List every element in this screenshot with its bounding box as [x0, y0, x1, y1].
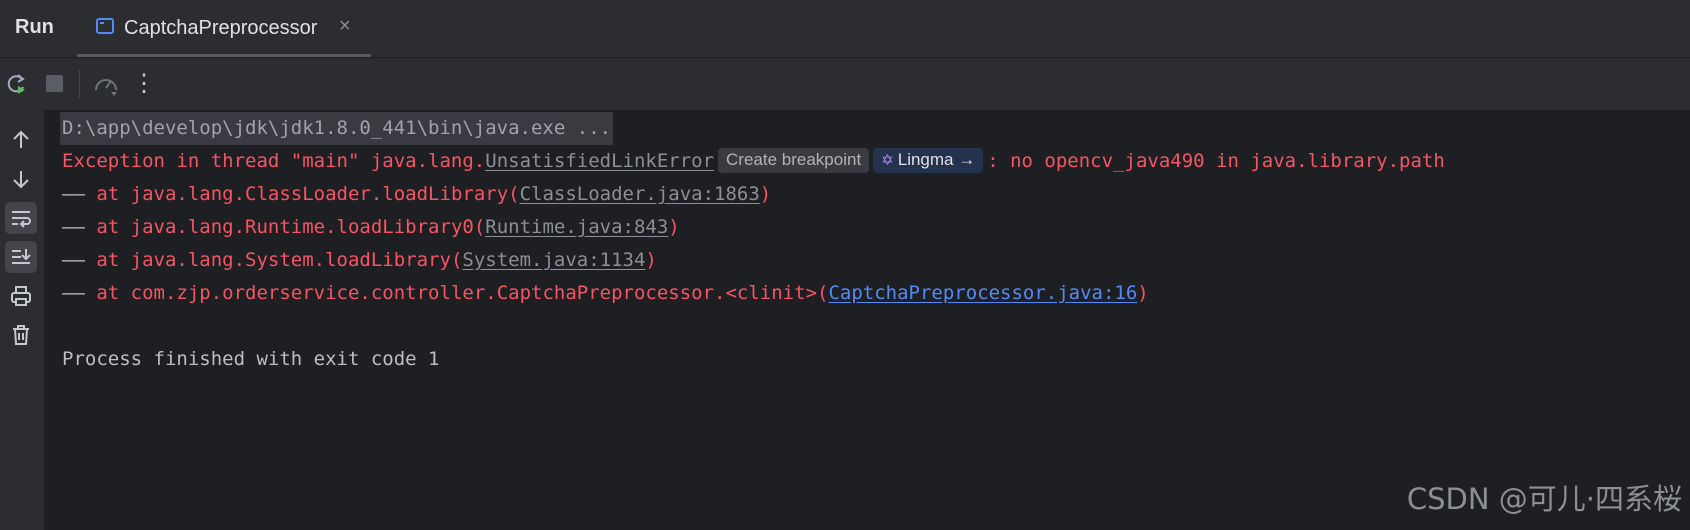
exception-line: Exception in thread "main" java.lang.Uns…: [62, 145, 1682, 178]
stack-method: at java.lang.ClassLoader.loadLibrary(: [84, 183, 520, 205]
profiler-button[interactable]: [92, 70, 120, 98]
arrow-up-icon: [13, 130, 29, 148]
tab-captcha-preprocessor[interactable]: CaptchaPreprocessor ×: [77, 0, 371, 57]
stack-source-link[interactable]: Runtime.java:843: [485, 216, 668, 238]
profiler-icon: [95, 79, 117, 96]
lingma-button[interactable]: ✡ Lingma →: [873, 148, 984, 173]
console-output[interactable]: D:\app\develop\jdk\jdk1.8.0_441\bin\java…: [60, 112, 1682, 522]
stack-close: ): [1137, 282, 1149, 304]
stop-icon: [46, 75, 63, 92]
soft-wrap-icon: [12, 211, 31, 228]
run-tool-window-title: Run: [15, 16, 54, 38]
stack-source-link[interactable]: System.java:1134: [462, 249, 645, 271]
exit-message: Process finished with exit code 1: [62, 348, 440, 370]
tool-window-header: Run CaptchaPreprocessor ×: [0, 0, 1690, 58]
stack-method: at com.zjp.orderservice.controller.Captc…: [84, 282, 829, 304]
scroll-to-end-icon: [12, 249, 31, 264]
stack-frame: —— at java.lang.Runtime.loadLibrary0(Run…: [62, 211, 1682, 244]
java-command[interactable]: D:\app\develop\jdk\jdk1.8.0_441\bin\java…: [60, 112, 614, 145]
stack-close: ): [759, 183, 772, 205]
trash-icon: [13, 325, 29, 345]
command-line: D:\app\develop\jdk\jdk1.8.0_441\bin\java…: [60, 112, 1682, 145]
stack-frame: —— at java.lang.ClassLoader.loadLibrary(…: [62, 178, 1682, 211]
tab-selected-indicator: [77, 54, 371, 57]
tab-label: CaptchaPreprocessor: [124, 17, 318, 39]
create-breakpoint-button[interactable]: Create breakpoint: [718, 148, 870, 173]
more-options-icon[interactable]: ⋮: [130, 70, 158, 98]
stack-frame: —— at com.zjp.orderservice.controller.Ca…: [62, 277, 1682, 310]
stack-close: ): [645, 249, 657, 271]
clear-all-button[interactable]: [5, 319, 37, 351]
stop-button[interactable]: [41, 70, 69, 98]
stack-method: at java.lang.Runtime.loadLibrary0(: [84, 216, 486, 238]
fold-dash: ——: [62, 183, 85, 205]
soft-wrap-button[interactable]: [5, 202, 37, 234]
exception-message: : no opencv_java490 in java.library.path: [987, 150, 1445, 172]
lingma-label: Lingma →: [897, 150, 976, 169]
next-occurrence-button[interactable]: [5, 163, 37, 195]
fold-dash: ——: [62, 249, 85, 271]
close-icon[interactable]: ×: [339, 15, 351, 38]
stack-frame: —— at java.lang.System.loadLibrary(Syste…: [62, 244, 1682, 277]
rerun-icon: [7, 74, 25, 94]
lingma-logo-icon: ✡: [881, 152, 894, 169]
stack-source-link[interactable]: ClassLoader.java:1863: [520, 183, 760, 205]
exception-class-link[interactable]: UnsatisfiedLinkError: [485, 150, 714, 172]
fold-dash: ——: [62, 282, 85, 304]
console-sidebar: [0, 110, 45, 530]
arrow-down-icon: [13, 171, 29, 189]
stack-close: ): [668, 216, 680, 238]
print-icon: [11, 286, 31, 306]
print-button[interactable]: [5, 280, 37, 312]
previous-occurrence-button[interactable]: [5, 124, 37, 156]
scroll-to-end-button[interactable]: [5, 241, 37, 273]
empty-line: [62, 310, 1682, 343]
stack-source-link[interactable]: CaptchaPreprocessor.java:16: [828, 282, 1137, 304]
toolbar-separator: [79, 70, 80, 98]
exception-prefix: Exception in thread "main" java.lang.: [62, 150, 486, 172]
console-window-icon: [96, 18, 114, 34]
stack-method: at java.lang.System.loadLibrary(: [84, 249, 463, 271]
fold-dash: ——: [62, 216, 85, 238]
run-toolbar: ⋮: [0, 58, 1690, 110]
watermark: CSDN @可儿·四系桜: [1406, 482, 1682, 516]
rerun-button[interactable]: [3, 70, 31, 98]
